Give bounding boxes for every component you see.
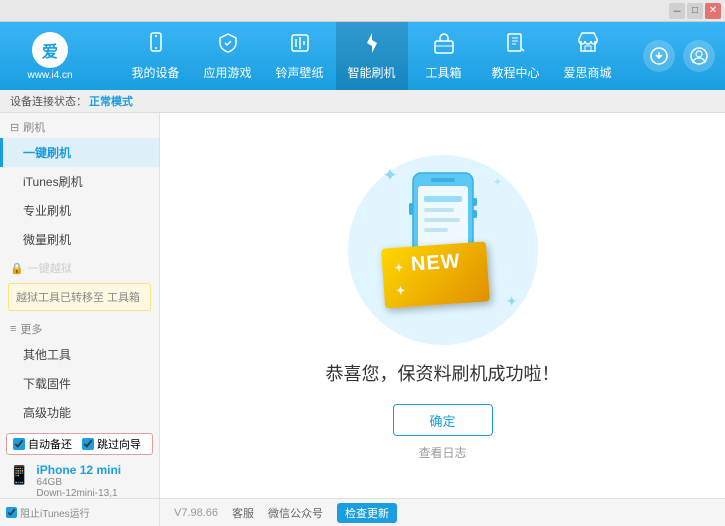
sidebar: ⊟ 刷机 一键刷机 iTunes刷机 专业刷机 微量刷机 🔒 一键越狱 越狱工具… [0, 113, 160, 498]
footer-row: 阻止iTunes运行 V7.98.66 客服 微信公众号 检查更新 [0, 498, 725, 526]
device-info-area: 📱 iPhone 12 mini 64GB Down-12mini-13,1 [0, 459, 159, 498]
sidebar-item-one-key-flash[interactable]: 一键刷机 [0, 138, 159, 167]
footer-service-link[interactable]: 客服 [232, 505, 254, 521]
itunes-checkbox[interactable] [6, 507, 17, 518]
sidebar-item-recovery-flash[interactable]: 微量刷机 [0, 225, 159, 254]
nav-smart-flash[interactable]: 智能刷机 [336, 22, 408, 90]
sparkle-2: ✦ [492, 175, 502, 189]
sidebar-checkbox-area: 自动备还 跳过向导 [0, 427, 159, 459]
tutorial-icon [504, 31, 528, 61]
itunes-label: 阻止iTunes运行 [20, 505, 90, 520]
auto-backup-input[interactable] [13, 438, 25, 450]
device-icon: 📱 [8, 465, 30, 486]
sidebar-section-jailbreak: 🔒 一键越狱 [0, 254, 159, 279]
nav-my-device[interactable]: 我的设备 [120, 22, 192, 90]
maximize-button[interactable]: □ [687, 3, 703, 19]
toolbox-icon [432, 31, 456, 61]
device-firmware: Down-12mini-13,1 [36, 488, 121, 498]
download-button[interactable] [643, 40, 675, 72]
footer-sidebar: 阻止iTunes运行 [0, 499, 160, 526]
version-text: V7.98.66 [174, 507, 218, 519]
itunes-status: 阻止iTunes运行 [6, 505, 90, 520]
more-icon: ≡ [10, 323, 16, 335]
footer-update-btn[interactable]: 检查更新 [337, 503, 397, 523]
title-bar: － □ ✕ [0, 0, 725, 22]
more-section-label: 更多 [20, 321, 42, 337]
sidebar-section-flash: ⊟ 刷机 [0, 113, 159, 138]
close-button[interactable]: ✕ [705, 3, 721, 19]
sidebar-item-itunes-flash[interactable]: iTunes刷机 [0, 167, 159, 196]
success-message: 恭喜您，保资料刷机成功啦！ [326, 360, 560, 386]
sidebar-section-more: ≡ 更多 [0, 315, 159, 340]
nav-apps-games[interactable]: 应用游戏 [192, 22, 264, 90]
minimize-button[interactable]: － [669, 3, 685, 19]
my-device-icon [144, 31, 168, 61]
nav-smart-flash-label: 智能刷机 [347, 64, 395, 81]
nav-my-device-label: 我的设备 [131, 64, 179, 81]
nav-ringtone[interactable]: 铃声壁纸 [264, 22, 336, 90]
nav-toolbox-label: 工具箱 [425, 64, 461, 81]
ringtone-icon [288, 31, 312, 61]
jailbreak-section-label: 一键越狱 [28, 260, 72, 276]
confirm-button[interactable]: 确定 [393, 404, 493, 436]
success-illustration: ✦ ✦ ✦ [343, 150, 543, 350]
sidebar-item-pro-flash[interactable]: 专业刷机 [0, 196, 159, 225]
view-log-link[interactable]: 查看日志 [418, 444, 466, 461]
device-details: iPhone 12 mini 64GB Down-12mini-13,1 [36, 463, 121, 498]
smart-flash-icon [360, 31, 384, 61]
sidebar-item-other-tools[interactable]: 其他工具 [0, 340, 159, 369]
status-value: 正常模式 [89, 93, 133, 109]
nav-bar: 我的设备 应用游戏 铃声壁纸 [100, 22, 643, 90]
header: 爱 www.i4.cn 我的设备 应用游戏 [0, 22, 725, 90]
nav-tutorial[interactable]: 教程中心 [480, 22, 552, 90]
nav-tutorial-label: 教程中心 [491, 64, 539, 81]
mall-icon [576, 31, 600, 61]
status-label: 设备连接状态： [10, 93, 87, 109]
sidebar-item-advanced[interactable]: 高级功能 [0, 398, 159, 427]
nav-mall-label: 爱思商城 [563, 64, 611, 81]
sparkle-3: ✦ [506, 293, 518, 310]
device-name: iPhone 12 mini [36, 463, 121, 477]
nav-ringtone-label: 铃声壁纸 [275, 64, 323, 81]
flash-section-icon: ⊟ [10, 121, 19, 134]
new-badge: ✦ NEW ✦ [381, 241, 490, 308]
logo-area[interactable]: 爱 www.i4.cn [0, 22, 100, 90]
footer-wechat-link[interactable]: 微信公众号 [268, 505, 323, 521]
lock-icon: 🔒 [10, 262, 24, 275]
user-button[interactable] [683, 40, 715, 72]
skip-wizard-checkbox[interactable]: 跳过向导 [82, 436, 141, 452]
content-area: ✦ ✦ ✦ [160, 113, 725, 498]
apps-icon [216, 31, 240, 61]
phone-graphic: ✦ NEW ✦ [398, 168, 488, 333]
logo-icon: 爱 [32, 32, 68, 68]
nav-apps-label: 应用游戏 [203, 64, 251, 81]
checkbox-group: 自动备还 跳过向导 [6, 433, 153, 455]
flash-section-label: 刷机 [23, 119, 45, 135]
nav-toolbox[interactable]: 工具箱 [408, 22, 480, 90]
footer-main: V7.98.66 客服 微信公众号 检查更新 [160, 499, 725, 526]
sidebar-item-download-firmware[interactable]: 下载固件 [0, 369, 159, 398]
logo-url: www.i4.cn [27, 70, 72, 81]
device-storage: 64GB [36, 477, 121, 488]
sparkle-1: ✦ [383, 165, 398, 186]
status-bar: 设备连接状态： 正常模式 [0, 90, 725, 113]
main-layout: ⊟ 刷机 一键刷机 iTunes刷机 专业刷机 微量刷机 🔒 一键越狱 越狱工具… [0, 113, 725, 498]
jailbreak-warning: 越狱工具已转移至 工具箱 [8, 283, 151, 311]
header-right-actions [643, 40, 715, 72]
nav-mall[interactable]: 爱思商城 [552, 22, 624, 90]
auto-backup-checkbox[interactable]: 自动备还 [13, 436, 72, 452]
skip-wizard-input[interactable] [82, 438, 94, 450]
